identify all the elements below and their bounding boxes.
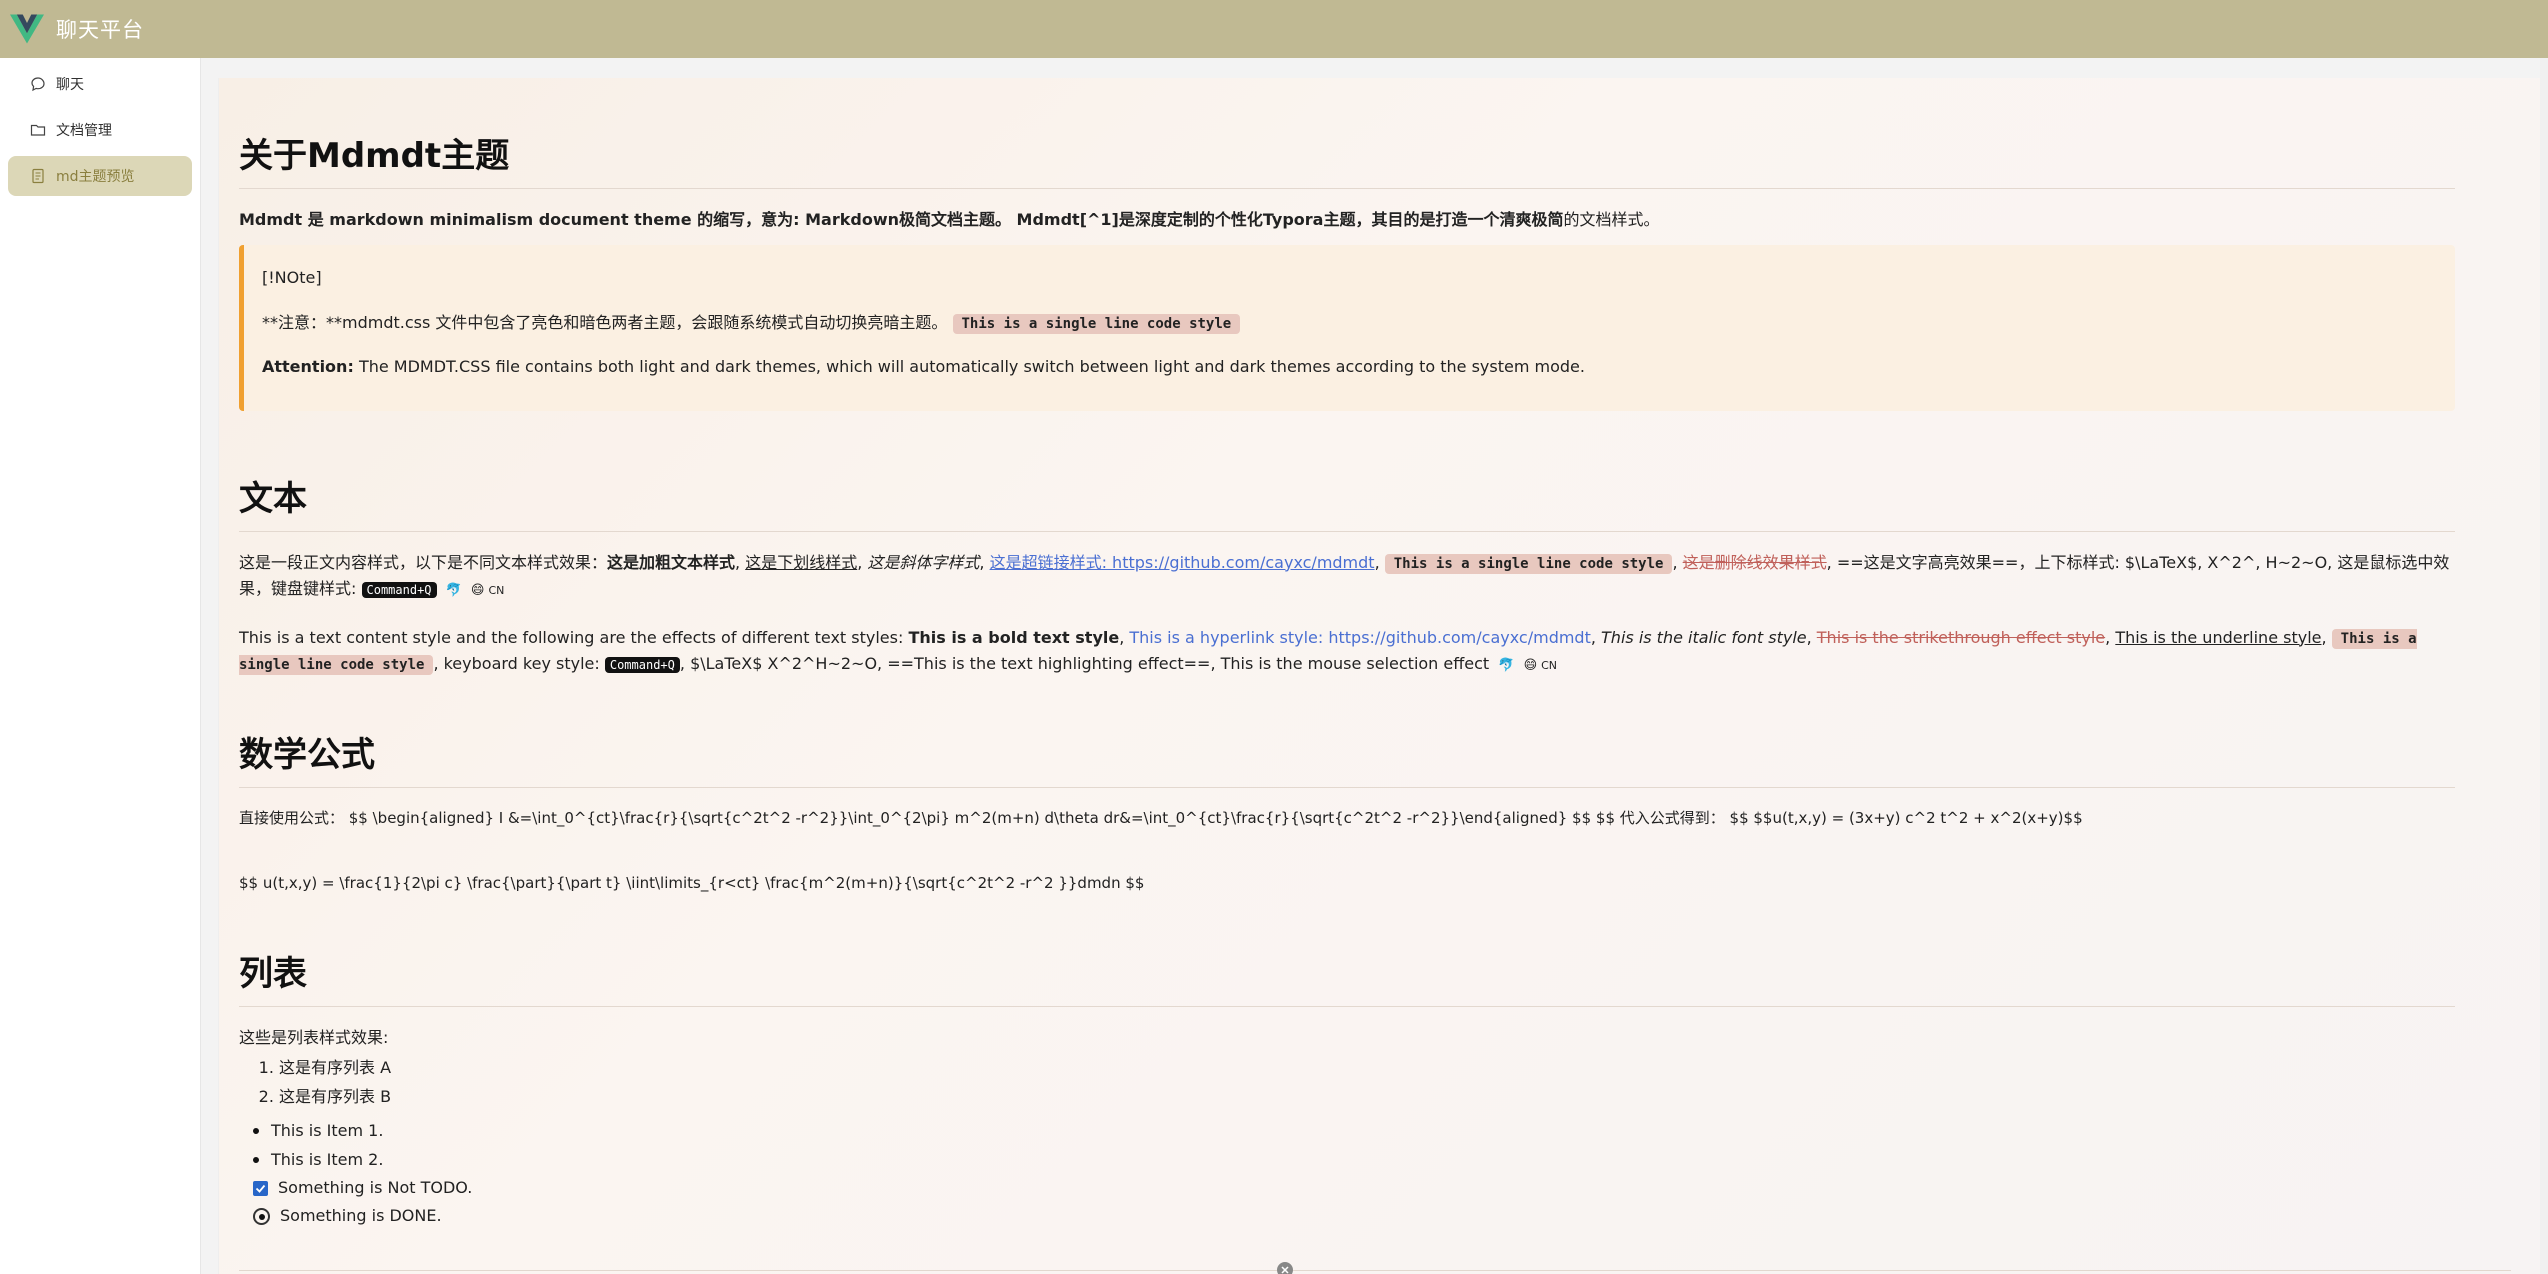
- heading-text: 文本: [239, 471, 2455, 532]
- cn-badge: CN: [488, 584, 505, 598]
- list-item-text: This is Item 2.: [271, 1149, 384, 1169]
- collapse-icon[interactable]: [1277, 1262, 1293, 1274]
- sidebar-item-docs[interactable]: 文档管理: [8, 110, 192, 150]
- task-item-todo: Something is Not TODO.: [253, 1175, 2455, 1201]
- sidebar-item-label: 文档管理: [56, 123, 112, 139]
- section-divider: [239, 1270, 2511, 1271]
- list-item: This is Item 1.: [253, 1118, 2455, 1144]
- heading-list: 列表: [239, 946, 2455, 1007]
- sidebar: 聊天 文档管理 md主题预览: [0, 58, 201, 1274]
- ordered-list: 这是有序列表 A 这是有序列表 B: [239, 1055, 2455, 1110]
- about-paragraph: Mdmdt 是 markdown minimalism document the…: [239, 207, 2455, 233]
- text-en-italic: This is the italic font style: [1601, 627, 1807, 647]
- sidebar-item-chat[interactable]: 聊天: [8, 64, 192, 104]
- folder-icon: [30, 124, 46, 136]
- task-text: Something is Not TODO.: [278, 1177, 473, 1197]
- text-cn-underline: 这是下划线样式: [745, 552, 858, 572]
- smile-icon: 😄: [1523, 657, 1538, 673]
- text-cn-italic: 这是斜体字样式: [867, 552, 980, 572]
- list-intro: 这些是列表样式效果:: [239, 1028, 389, 1047]
- about-text: 的文档样式。: [1563, 210, 1660, 230]
- text-en-strike: This is the strikethrough effect style: [1816, 627, 2106, 647]
- sidebar-item-label: 聊天: [56, 77, 84, 93]
- list-item: This is Item 2.: [253, 1147, 2455, 1173]
- text-cn-link[interactable]: 这是超链接样式: https://github.com/cayxc/mdmdt: [990, 553, 1375, 572]
- bullet-list: This is Item 1. This is Item 2. Somethin…: [239, 1118, 2455, 1230]
- note-en: Attention: The MDMDT.CSS file contains b…: [262, 354, 2437, 380]
- text-en-intro: This is a text content style and the fol…: [239, 627, 904, 647]
- chat-bubble-icon: [31, 77, 45, 92]
- scrollbar[interactable]: [2540, 58, 2548, 1274]
- app-title: 聊天平台: [56, 18, 144, 42]
- text-cn-strike: 这是删除线效果样式: [1682, 552, 1827, 572]
- inline-code: This is a single line code style: [1384, 553, 1673, 574]
- sidebar-item-label: md主题预览: [56, 169, 135, 185]
- text-cn-paragraph: 这是一段正文内容样式，以下是不同文本样式效果：这是加粗文本样式, 这是下划线样式…: [239, 550, 2455, 603]
- document-icon: [32, 168, 44, 184]
- smile-icon: 😄: [470, 583, 485, 599]
- bullet-icon: [253, 1128, 259, 1135]
- text-en-link[interactable]: This is a hyperlink style: https://githu…: [1129, 628, 1590, 647]
- note-en-text: The MDMDT.CSS file contains both light a…: [358, 357, 1585, 377]
- heading-math: 数学公式: [239, 727, 2455, 789]
- list-item: 这是有序列表 B: [279, 1084, 2455, 1110]
- note-en-label: Attention:: [262, 357, 354, 377]
- text-en-rest: , $\LaTeX$ X^2^H~2~O, ==This is the text…: [679, 653, 1490, 673]
- note-callout: [!NOte] **注意：**mdmdt.css 文件中包含了亮色和暗色两者主题…: [239, 245, 2455, 411]
- math-formula-2: $$ u(t,x,y) = \frac{1}{2\pi c} \frac{\pa…: [239, 874, 1145, 893]
- task-item-done: Something is DONE.: [253, 1203, 2455, 1229]
- text-en-paragraph: This is a text content style and the fol…: [239, 625, 2455, 678]
- text-en-underline: This is the underline style: [2115, 627, 2322, 647]
- cn-badge: CN: [1541, 658, 1558, 672]
- note-cn: **注意：**mdmdt.css 文件中包含了亮色和暗色两者主题，会跟随系统模式…: [262, 310, 2437, 336]
- kbd-key: Command+Q: [604, 656, 680, 673]
- vue-logo-icon: [10, 14, 44, 44]
- text-en-kbd-label: keyboard key style:: [443, 653, 600, 673]
- task-text: Something is DONE.: [280, 1206, 442, 1226]
- text-cn-bold: 这是加粗文本样式: [607, 552, 736, 572]
- markdown-preview[interactable]: 关于Mdmdt主题 Mdmdt 是 markdown minimalism do…: [218, 78, 2548, 1274]
- dolphin-icon: 🐬: [1498, 657, 1515, 673]
- bullet-icon: [253, 1156, 259, 1163]
- text-en-bold: This is a bold text style: [908, 627, 1120, 647]
- kbd-key: Command+Q: [361, 582, 437, 599]
- heading-about: 关于Mdmdt主题: [239, 128, 2455, 190]
- list-item-text: This is Item 1.: [271, 1121, 384, 1141]
- note-cn-text: **注意：**mdmdt.css 文件中包含了亮色和暗色两者主题，会跟随系统模式…: [262, 312, 948, 332]
- math-formula-1: 直接使用公式： $$ \begin{aligned} I &=\int_0^{c…: [239, 809, 2083, 828]
- note-title: [!NOte]: [262, 268, 322, 288]
- sidebar-item-md-preview[interactable]: md主题预览: [8, 156, 192, 196]
- list-item: 这是有序列表 A: [279, 1055, 2455, 1081]
- about-bold-text: Mdmdt 是 markdown minimalism document the…: [239, 210, 1564, 230]
- text-cn-intro: 这是一段正文内容样式，以下是不同文本样式效果：: [239, 552, 608, 572]
- top-bar: 聊天平台: [0, 0, 2548, 58]
- dolphin-icon: 🐬: [445, 583, 462, 599]
- checkbox-checked-icon[interactable]: [253, 1180, 268, 1196]
- radio-selected-icon[interactable]: [253, 1208, 270, 1226]
- inline-code: This is a single line code style: [952, 313, 1241, 334]
